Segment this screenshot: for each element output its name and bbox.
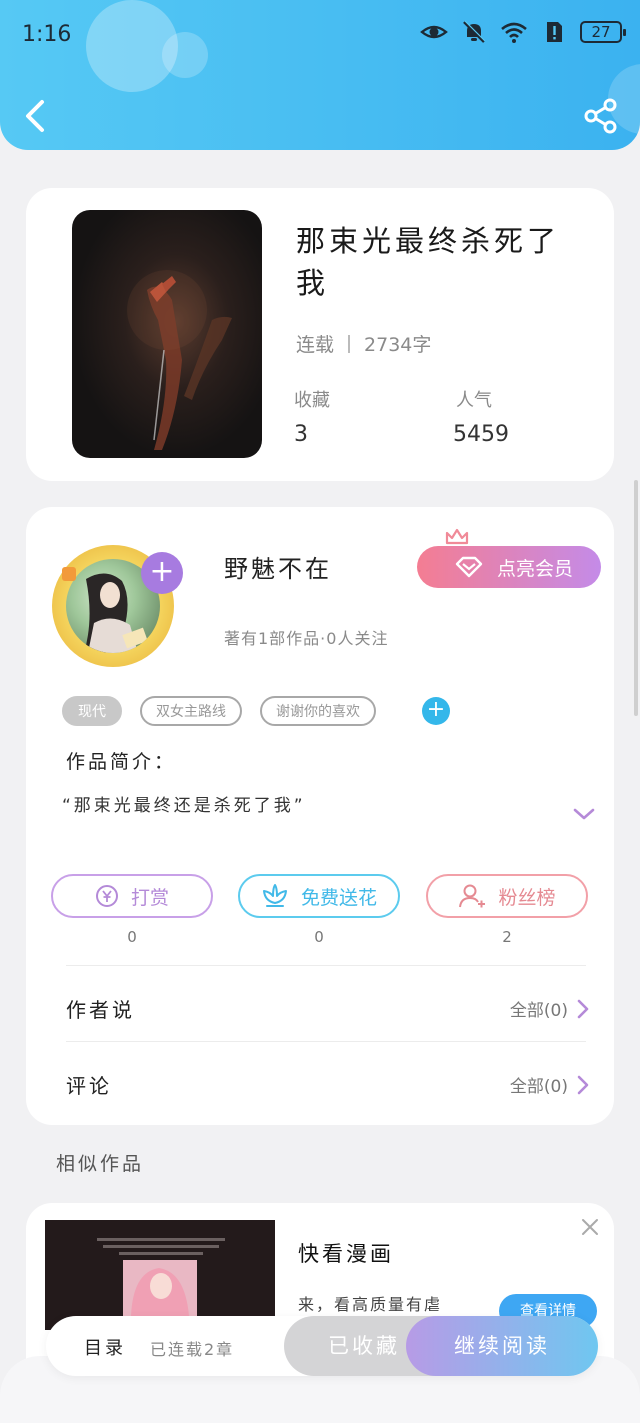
catalog-button[interactable]: 目录 xyxy=(84,1334,126,1360)
eye-icon xyxy=(420,25,448,39)
tip-count: 0 xyxy=(127,928,137,946)
vip-button[interactable]: 点亮会员 xyxy=(417,546,601,588)
sim-alert-icon xyxy=(547,22,562,42)
send-flower-label: 免费送花 xyxy=(300,886,377,909)
fans-ranking-label: 粉丝榜 xyxy=(498,886,556,909)
tag-item[interactable]: 谢谢你的喜欢 xyxy=(260,696,376,726)
word-count: 2734字 xyxy=(364,334,432,356)
fans-icon xyxy=(459,884,486,908)
wifi-icon xyxy=(501,22,527,43)
book-info-card: 那束光最终杀死了我 连载 2734字 收藏 3 人气 5459 xyxy=(26,188,614,481)
chapter-count: 已连载2章 xyxy=(150,1340,235,1359)
coin-icon xyxy=(95,885,118,907)
author-name[interactable]: 野魅不在 xyxy=(224,549,332,584)
similar-works-title: 相似作品 xyxy=(56,1153,145,1175)
tag-list: 现代 双女主路线 谢谢你的喜欢 + xyxy=(62,696,450,726)
book-status: 连载 xyxy=(296,334,335,356)
decor-dot xyxy=(62,567,76,581)
divider xyxy=(66,1041,586,1042)
status-icons: 27 xyxy=(420,20,626,44)
meta-divider xyxy=(348,334,351,353)
battery-indicator: 27 xyxy=(580,21,626,43)
cover-art xyxy=(127,270,232,450)
intro-title: 作品简介： xyxy=(66,751,177,773)
close-icon[interactable] xyxy=(580,1217,600,1237)
ad-title: 快看漫画 xyxy=(298,1242,394,1266)
popularity-label: 人气 xyxy=(456,390,492,411)
tip-button[interactable]: 打赏 xyxy=(51,874,213,918)
tip-label: 打赏 xyxy=(130,886,169,909)
send-flower-button[interactable]: 免费送花 xyxy=(238,874,400,918)
author-card: + 野魅不在 著有1部作品·0人关注 点亮会员 现代 双女主路线 谢谢你的喜欢 … xyxy=(26,507,614,1125)
add-tag-button[interactable]: + xyxy=(422,697,450,725)
follow-author-button[interactable]: + xyxy=(141,552,183,594)
mute-bell-icon xyxy=(463,20,486,43)
book-cover[interactable] xyxy=(72,210,262,458)
share-button[interactable] xyxy=(584,98,618,134)
intro-text: “那束光最终还是杀死了我” xyxy=(62,796,306,816)
back-button[interactable] xyxy=(20,96,50,136)
book-title: 那束光最终杀死了我 xyxy=(296,224,561,300)
ad-description: 来，看高质量有虐 xyxy=(298,1295,443,1314)
author-says-all[interactable]: 全部(0) xyxy=(510,996,590,1021)
ad-image[interactable] xyxy=(45,1220,275,1330)
comments-title[interactable]: 评论 xyxy=(66,1070,112,1099)
vip-label: 点亮会员 xyxy=(496,557,573,580)
top-header: 1:16 27 xyxy=(0,0,640,150)
author-says-title[interactable]: 作者说 xyxy=(66,994,135,1023)
comments-count: 全部(0) xyxy=(509,1077,568,1097)
tag-item[interactable]: 双女主路线 xyxy=(140,696,242,726)
ad-art xyxy=(45,1220,275,1330)
bottom-action-bar: 目录 已连载2章 已收藏 继续阅读 xyxy=(46,1316,598,1376)
author-stats: 著有1部作品·0人关注 xyxy=(224,629,389,648)
chevron-right-icon xyxy=(577,999,589,1018)
popularity-value: 5459 xyxy=(453,422,509,447)
comments-all[interactable]: 全部(0) xyxy=(510,1072,590,1097)
chevron-right-icon xyxy=(577,1075,589,1094)
expand-chevron-icon[interactable] xyxy=(572,805,596,823)
favorites-label: 收藏 xyxy=(294,390,330,411)
divider xyxy=(66,965,586,966)
favorites-value: 3 xyxy=(294,422,308,447)
status-time: 1:16 xyxy=(22,22,72,47)
flower-icon xyxy=(262,884,287,907)
continue-reading-button[interactable]: 继续阅读 xyxy=(406,1316,598,1376)
fans-ranking-button[interactable]: 粉丝榜 xyxy=(426,874,588,918)
author-says-count: 全部(0) xyxy=(509,1001,568,1021)
tag-item[interactable]: 现代 xyxy=(62,696,122,726)
decor-bubble xyxy=(162,32,208,78)
book-meta: 连载 2734字 xyxy=(296,330,431,357)
crown-icon xyxy=(445,528,469,545)
scrollbar[interactable] xyxy=(634,480,638,716)
fans-count: 2 xyxy=(502,928,512,946)
diamond-icon xyxy=(455,556,483,578)
flower-count: 0 xyxy=(314,928,324,946)
